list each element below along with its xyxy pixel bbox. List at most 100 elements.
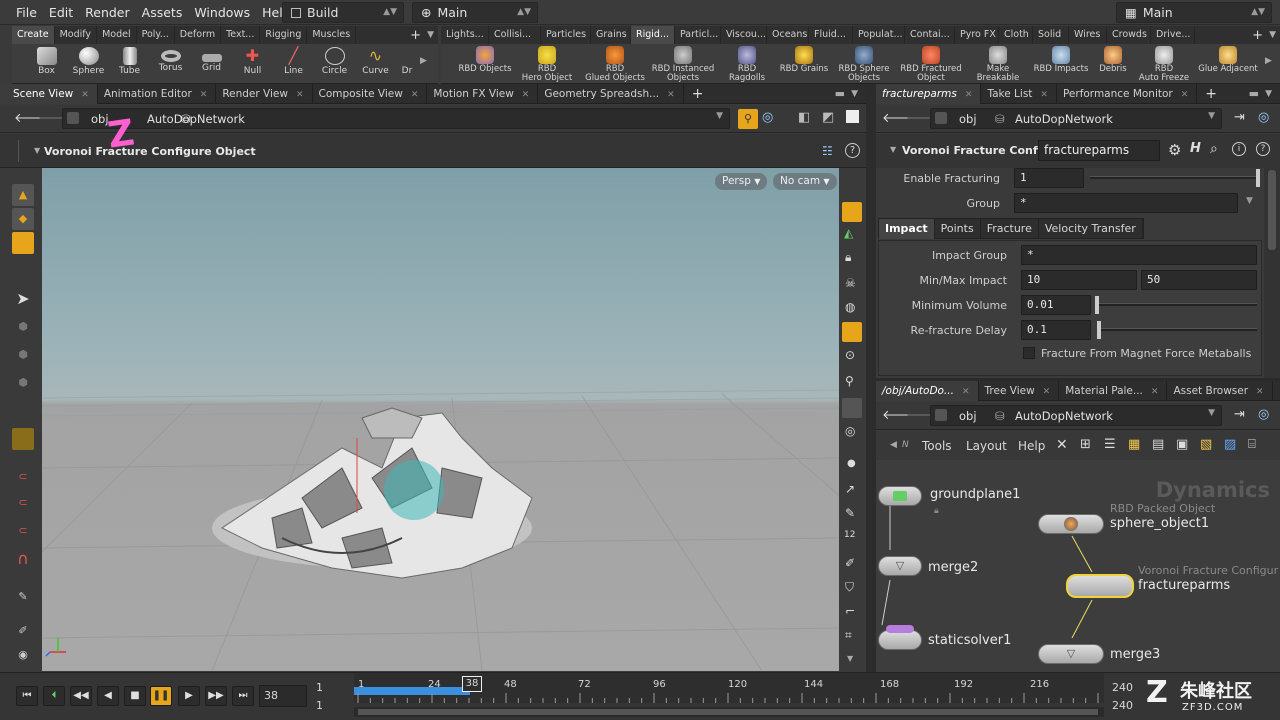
tool-circle[interactable]: Circle [314,44,355,84]
desktop-main-right-dropdown[interactable]: ▦ Main ▲▼ [1116,2,1272,23]
tab-network-editor[interactable]: /obj/AutoDo... ✕ [876,380,979,401]
tiles-icon[interactable]: ▤ [1152,437,1164,452]
chevron-down-icon[interactable]: ▼ [1246,196,1253,206]
pane-menu-icon[interactable]: ▼ [851,89,866,99]
paint-icon[interactable]: ✎ [12,586,34,608]
tool-tube[interactable]: Tube [109,44,150,84]
param-path-field[interactable]: obj ⛁ AutoDopNetwork ▼ [930,108,1222,129]
subtab-impact[interactable]: Impact [879,218,935,239]
search-icon[interactable]: ⌕ [1210,141,1218,157]
enable-fracturing-field[interactable]: 1 [1014,168,1084,188]
move-tool-icon[interactable]: ◆ [12,208,34,230]
menu-render[interactable]: Render [79,0,136,25]
add-tab-icon[interactable]: + [1197,86,1225,102]
desktop-build-dropdown[interactable]: Build ▲▼ [282,2,404,23]
shelf-tab-crowds[interactable]: Crowds [1107,26,1151,44]
shelf-tab-solid[interactable]: Solid [1033,26,1069,44]
path-root[interactable]: obj [959,112,977,126]
chevron-down-icon[interactable]: ▼ [716,111,723,121]
dot-icon[interactable]: ● [847,458,856,469]
info-icon[interactable]: i [1232,142,1246,156]
network-editor[interactable]: Dynamics groundplane1 🔒︎ ▽ merge2 static… [876,460,1280,672]
add-shelf-icon[interactable]: + [404,28,427,43]
close-icon[interactable]: ✕ [1151,387,1159,397]
menu-windows[interactable]: Windows [188,0,256,25]
pencil-icon[interactable]: ✐ [845,556,855,570]
tab-tree-view[interactable]: Tree View ✕ [979,380,1060,401]
tool-rbd-fractured[interactable]: RBD Fractured Object [899,44,963,84]
chevron-down-icon[interactable]: ▼ [34,146,40,155]
menu-layout[interactable]: Layout [966,439,1007,453]
hda-icon[interactable]: H [1190,141,1201,156]
close-icon[interactable]: ✕ [296,90,304,100]
tree-icon[interactable]: ⊞ [1080,437,1091,452]
shelf-tab-particle-fluids[interactable]: Particl... [675,26,721,44]
pin-icon[interactable]: ⇥ [1234,407,1245,422]
path-node[interactable]: AutoDopNetwork [1015,409,1113,423]
help-icon[interactable]: ? [1256,142,1270,156]
tab-geometry-spreadsheet[interactable]: Geometry Spreadsh... ✕ [538,83,684,104]
subtab-velocity-transfer[interactable]: Velocity Transfer [1039,218,1143,239]
close-icon[interactable]: ✕ [965,90,973,100]
gear-icon[interactable]: ⚙ [1168,141,1181,159]
subtab-fracture[interactable]: Fracture [981,218,1039,239]
menu-edit[interactable]: Edit [43,0,79,25]
shelf-tab-rigging[interactable]: Rigging [260,26,308,44]
chevron-down-icon[interactable]: ▼ [1269,30,1280,40]
lock-icon[interactable]: 🔒︎ [845,250,851,265]
tool-null[interactable]: ✚ Null [232,44,273,84]
step-forward-button[interactable]: ▶▶ [205,686,227,706]
tool-draw[interactable]: Dr [392,44,422,84]
shelf-tab-drive[interactable]: Drive... [1151,26,1195,44]
playback-end-field[interactable]: 240 [1112,699,1133,712]
path-root[interactable]: obj [959,409,977,423]
range-start-field[interactable]: 1 [316,681,323,694]
note-icon[interactable]: ▧ [1200,437,1212,452]
pane-maximize-icon[interactable]: ▬ [1243,87,1265,100]
shelf-tab-model[interactable]: Model [97,26,137,44]
shelf-tab-lights[interactable]: Lights... [441,26,489,44]
tool-rbd-impacts[interactable]: RBD Impacts [1033,44,1089,84]
viewport-layout-icon[interactable] [846,110,859,123]
scene-viewport[interactable]: Persp ▼ No cam ▼ [42,168,839,671]
shelf-tab-create[interactable]: Create [12,26,55,44]
brush-icon[interactable]: ✐ [12,620,34,642]
tool-glue-adjacent[interactable]: Glue Adjacent [1197,44,1259,84]
add-shelf-right-icon[interactable]: + [1246,28,1269,43]
shelf-tab-populate[interactable]: Populat... [853,26,905,44]
frame-indicator[interactable]: 38 [462,676,482,692]
chevron-down-icon[interactable]: ▼ [847,654,853,663]
tab-performance-monitor[interactable]: Performance Monitor ✕ [1057,83,1198,104]
step-back-button[interactable]: ◀◀ [70,686,92,706]
shelf-tab-fluid[interactable]: Fluid... [809,26,853,44]
link-icon[interactable]: ◎ [1258,407,1269,422]
shelf-scroll-right-icon[interactable]: ▶ [1265,56,1272,66]
shelf-tab-collisions[interactable]: Collisi... [489,26,541,44]
node-icon[interactable]: ⌸ [1248,437,1256,452]
tool-rbd-glued[interactable]: RBD Glued Objects [585,44,645,84]
close-icon[interactable]: ✕ [200,90,208,100]
network-path-field[interactable]: obj ⛁ AutoDopNetwork ▼ [930,405,1222,426]
sculpt-icon[interactable]: ◉ [12,644,34,666]
menu-help[interactable]: Help [1018,439,1045,453]
viewport-camera-icon[interactable]: ⚲ [845,374,854,388]
select-tool-icon[interactable]: ▲ [12,184,34,206]
node-staticsolver1[interactable] [878,625,922,650]
min-impact-field[interactable]: 10 [1021,270,1137,290]
current-frame-field[interactable]: 38 [259,685,307,707]
rotate-icon[interactable]: ⬢ [12,344,34,366]
minimum-volume-field[interactable]: 0.01 [1021,295,1091,315]
shelf-scroll-right-icon[interactable]: ▶ [420,56,427,66]
shelf-tab-containers[interactable]: Contai... [905,26,955,44]
tool-sphere[interactable]: Sphere [68,44,109,84]
jump-end-button[interactable]: ⏭ [232,686,254,706]
drag-tool-icon[interactable] [12,428,34,450]
close-icon[interactable]: ✕ [962,387,970,397]
shelf-tab-particles[interactable]: Particles [541,26,591,44]
tool-debris[interactable]: Debris [1093,44,1133,84]
light-icon[interactable] [842,322,862,342]
grid-view-icon[interactable]: ▦ [1128,437,1140,452]
image-icon[interactable]: ▨ [1224,437,1236,452]
pause-button[interactable]: ❚❚ [150,686,172,706]
enable-fracturing-slider[interactable] [1090,176,1260,179]
